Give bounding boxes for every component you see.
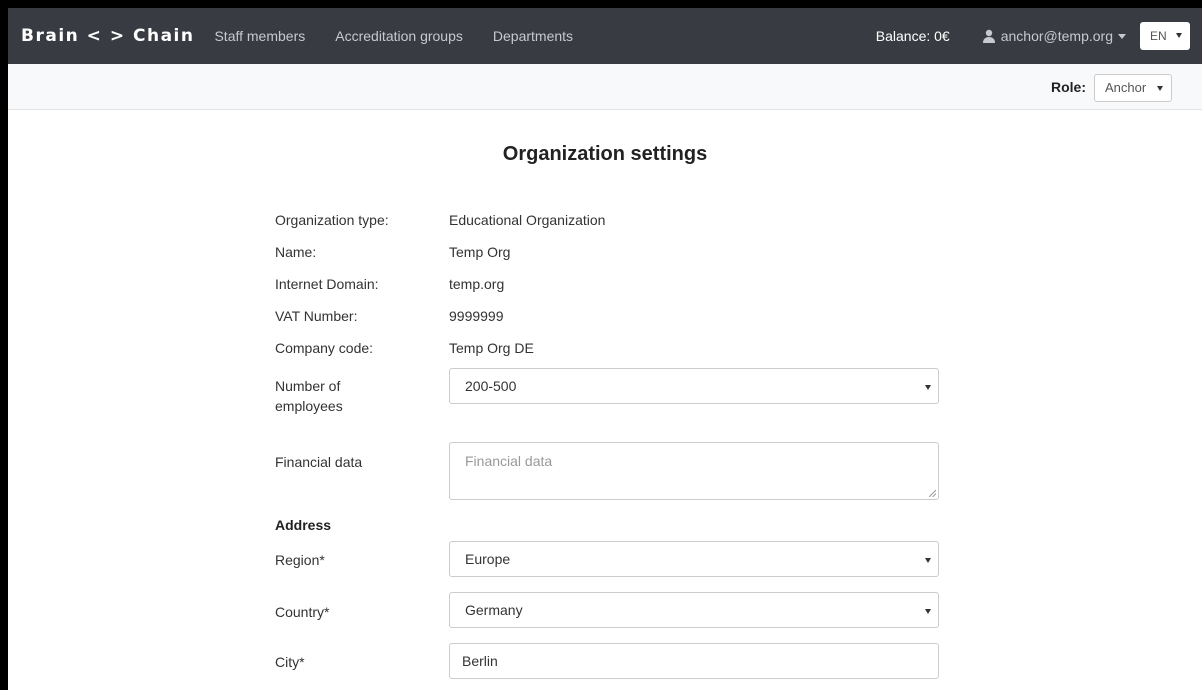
employees-value: 200-500 — [465, 378, 517, 394]
brand-logo[interactable]: Brain < > Chain — [21, 26, 194, 46]
employees-label-line1: Number of — [275, 378, 341, 394]
nav-link-departments[interactable]: Departments — [493, 28, 573, 44]
chevron-down-icon — [1118, 33, 1126, 39]
financial-data-placeholder: Financial data — [465, 453, 553, 469]
page-title: Organization settings — [502, 143, 708, 165]
role-select[interactable]: Anchor — [1094, 74, 1172, 102]
info-value-name: Temp Org — [449, 244, 511, 260]
user-email: anchor@temp.org — [1000, 28, 1113, 44]
app-frame: Brain < > Chain Staff members Accreditat… — [8, 8, 1202, 690]
info-label-name: Name: — [275, 244, 317, 260]
role-value: Anchor — [1105, 80, 1147, 95]
info-value-vat-number: 9999999 — [449, 308, 504, 324]
role-bar: Role: Anchor — [8, 64, 1202, 110]
navbar-right: Balance: 0€ anchor@temp.org EN — [876, 8, 1202, 64]
chevron-down-icon — [925, 609, 931, 614]
nav-link-staff-members[interactable]: Staff members — [214, 28, 305, 44]
user-icon — [982, 29, 995, 43]
info-value-organization-type: Educational Organization — [449, 212, 606, 228]
chevron-down-icon — [1157, 86, 1163, 91]
employees-select[interactable]: 200-500 — [449, 368, 939, 404]
language-value: EN — [1150, 29, 1167, 43]
city-input[interactable]: Berlin — [449, 643, 939, 679]
user-menu[interactable]: anchor@temp.org — [982, 28, 1126, 44]
language-select[interactable]: EN — [1140, 22, 1190, 50]
role-label: Role: — [1051, 79, 1086, 95]
chevron-down-icon — [925, 558, 931, 563]
address-heading: Address — [275, 517, 332, 533]
region-select[interactable]: Europe — [449, 541, 939, 577]
info-value-company-code: Temp Org DE — [449, 340, 534, 356]
country-select[interactable]: Germany — [449, 592, 939, 628]
top-navbar: Brain < > Chain Staff members Accreditat… — [8, 8, 1202, 64]
balance-display: Balance: 0€ — [875, 28, 950, 44]
info-label-organization-type: Organization type: — [275, 212, 389, 228]
info-value-internet-domain: temp.org — [449, 276, 505, 292]
employees-label-line2: employees — [275, 398, 343, 414]
city-label: City* — [275, 654, 305, 670]
nav-link-accreditation-groups[interactable]: Accreditation groups — [335, 28, 463, 44]
chevron-down-icon — [925, 385, 931, 390]
region-value: Europe — [465, 551, 511, 567]
resize-handle-icon[interactable] — [929, 490, 936, 497]
financial-data-textarea[interactable]: Financial data — [449, 442, 939, 500]
country-label: Country* — [275, 604, 330, 620]
employees-label: Number of employees — [275, 376, 343, 416]
region-label: Region* — [275, 552, 325, 568]
financial-data-label: Financial data — [275, 454, 363, 470]
country-value: Germany — [465, 602, 523, 618]
chevron-down-icon — [1176, 33, 1182, 38]
info-label-internet-domain: Internet Domain: — [275, 276, 379, 292]
info-label-vat-number: VAT Number: — [275, 308, 358, 324]
info-label-company-code: Company code: — [275, 340, 374, 356]
